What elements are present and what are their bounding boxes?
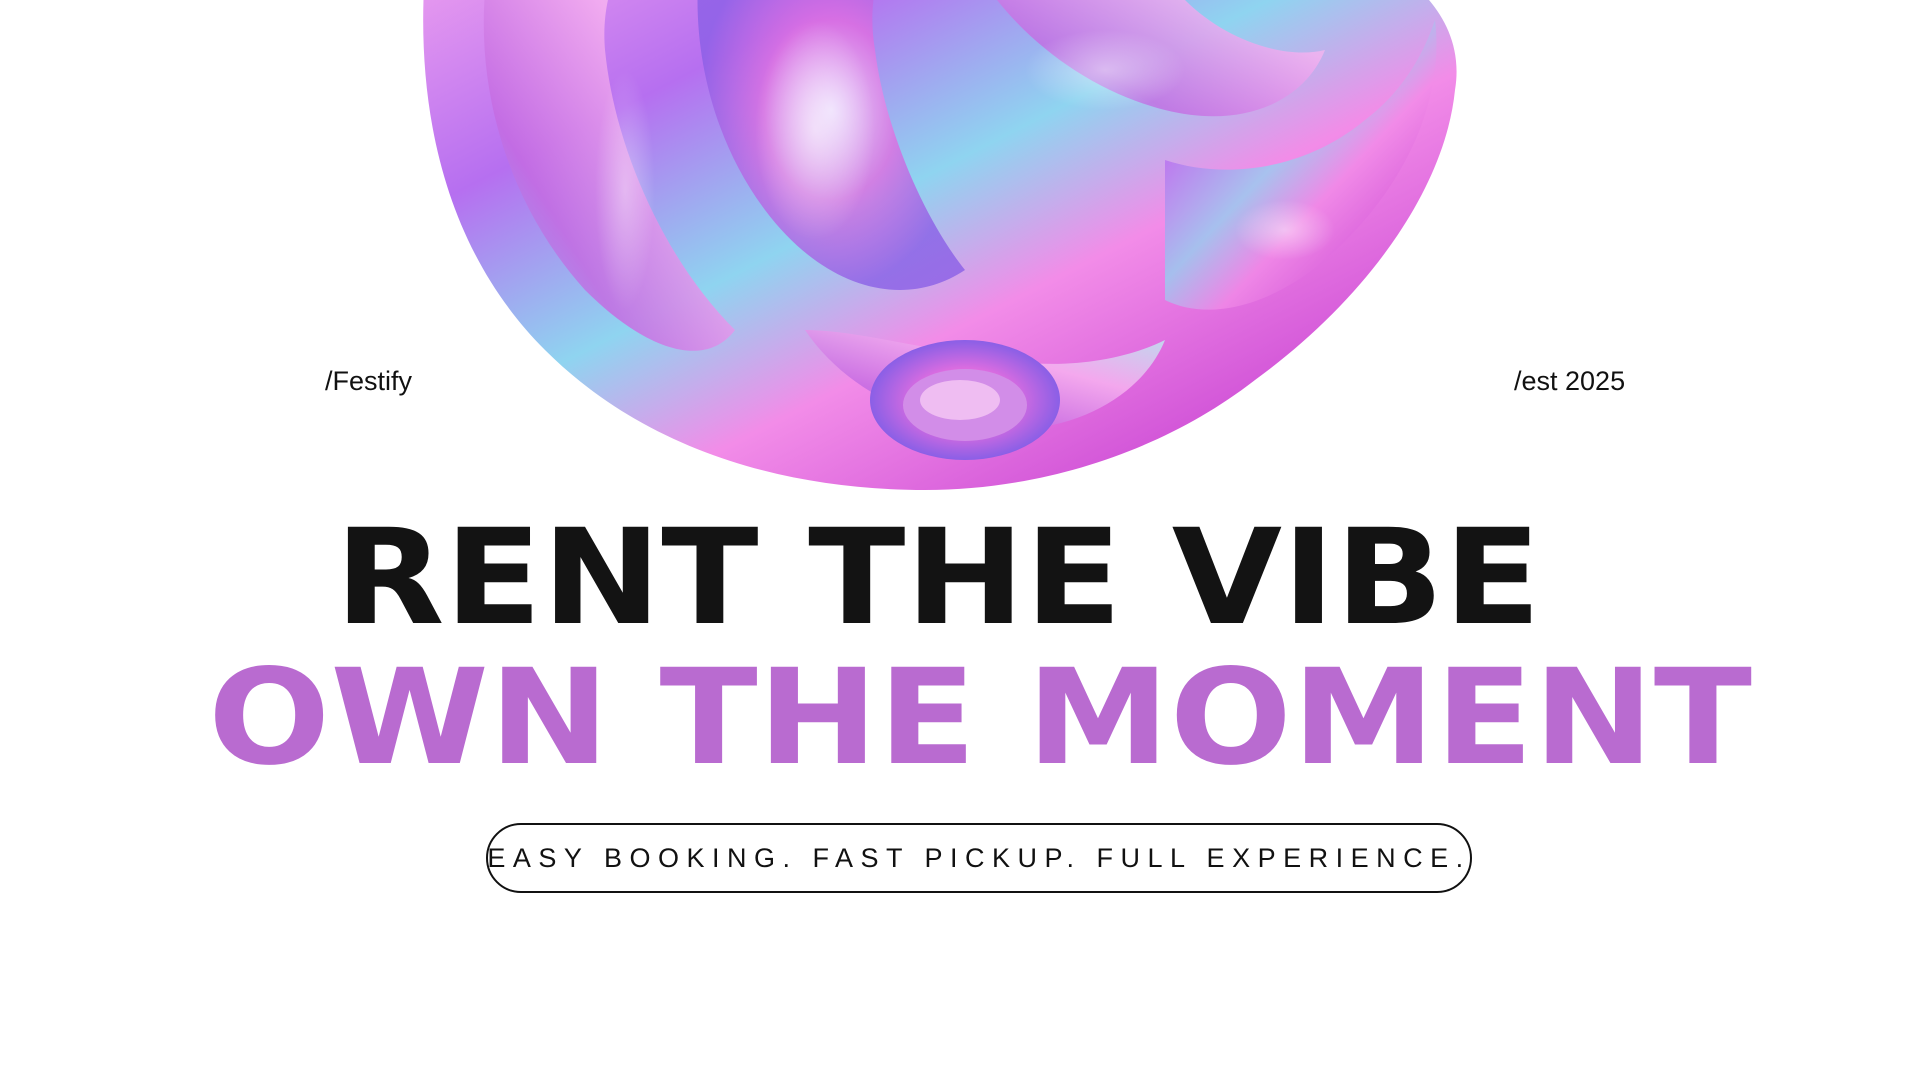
headline-line-2: OWN THE MOMENT (208, 641, 1752, 795)
brand-label: /Festify (325, 366, 413, 396)
holographic-blob-image (405, 0, 1555, 530)
tagline-text: EASY BOOKING. FAST PICKUP. FULL EXPERIEN… (487, 842, 1471, 873)
established-label: /est 2025 (1514, 366, 1626, 396)
headline-line-1: RENT THE VIBE (334, 501, 1542, 655)
tagline-pill: EASY BOOKING. FAST PICKUP. FULL EXPERIEN… (486, 823, 1472, 893)
